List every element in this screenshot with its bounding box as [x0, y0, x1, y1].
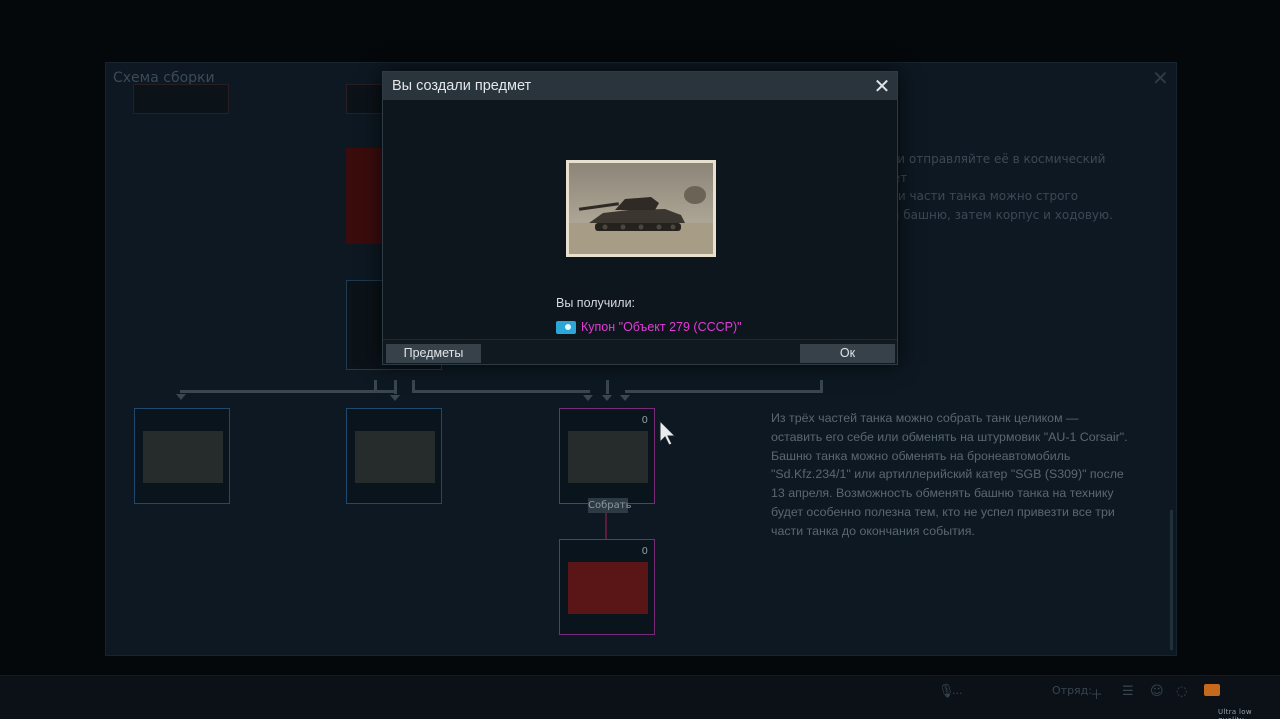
squad-label: Отряд:	[1052, 684, 1092, 697]
connector-line	[394, 380, 397, 394]
chat-icon[interactable]: ◌	[1176, 684, 1187, 699]
top-slot	[133, 84, 229, 114]
arrow-down-icon	[390, 395, 400, 401]
item-count: 0	[641, 415, 648, 426]
dialog-title: Вы создали предмет	[392, 78, 532, 94]
connector-line	[606, 380, 609, 394]
arrow-down-icon	[176, 394, 186, 400]
dialog-footer: Предметы Ок	[383, 339, 897, 364]
tank-image	[569, 163, 713, 254]
arrow-down-icon	[583, 395, 593, 401]
connector-line	[625, 390, 823, 393]
connector-line	[605, 513, 607, 539]
bottom-bar	[0, 675, 1280, 719]
ok-button[interactable]: Ок	[800, 344, 895, 363]
event-description: Из трёх частей танка можно собрать танк …	[771, 411, 1128, 538]
item-slot-tank[interactable]: 0	[559, 408, 655, 504]
arrow-down-icon	[602, 395, 612, 401]
item-thumb	[143, 431, 223, 483]
plus-icon[interactable]: ＋	[1090, 684, 1103, 703]
red-item-thumb	[346, 148, 382, 244]
coupon-icon	[556, 321, 576, 334]
quality-label: Ultra low quality	[1218, 708, 1252, 719]
item-count: 0	[641, 546, 648, 557]
panel-close-icon[interactable]: ✕	[1152, 66, 1169, 90]
collect-button[interactable]: Собрать	[588, 498, 631, 513]
item-slot-vehicle[interactable]	[346, 408, 442, 504]
mail-icon[interactable]	[1204, 684, 1220, 696]
dialog-header: Вы создали предмет ✕	[383, 72, 897, 100]
reward-text: Купон "Объект 279 (СССР)"	[581, 320, 742, 334]
connector-line	[412, 390, 590, 393]
mic-label: ...	[952, 684, 963, 697]
list-icon[interactable]: ☰	[1122, 684, 1134, 699]
connector-line	[374, 380, 377, 392]
item-thumb	[568, 562, 648, 614]
items-button[interactable]: Предметы	[386, 344, 481, 363]
item-created-dialog: Вы создали предмет ✕ Вы получили: Купон …	[382, 71, 898, 365]
connector-line	[820, 380, 823, 392]
arrow-down-icon	[620, 395, 630, 401]
scrollbar[interactable]	[1170, 510, 1173, 650]
friends-icon[interactable]: ☺	[1150, 684, 1164, 699]
item-thumb	[568, 431, 648, 483]
item-slot-plane[interactable]: 0	[559, 539, 655, 635]
tank-photo	[566, 160, 716, 257]
mouse-cursor-icon	[659, 420, 677, 446]
close-icon[interactable]: ✕	[873, 76, 891, 96]
connector-line	[180, 390, 395, 393]
item-thumb	[355, 431, 435, 483]
received-label: Вы получили:	[556, 296, 636, 310]
description-top: вом и отправляйте её в космический полет…	[870, 152, 1113, 222]
item-slot-vehicle[interactable]	[134, 408, 230, 504]
